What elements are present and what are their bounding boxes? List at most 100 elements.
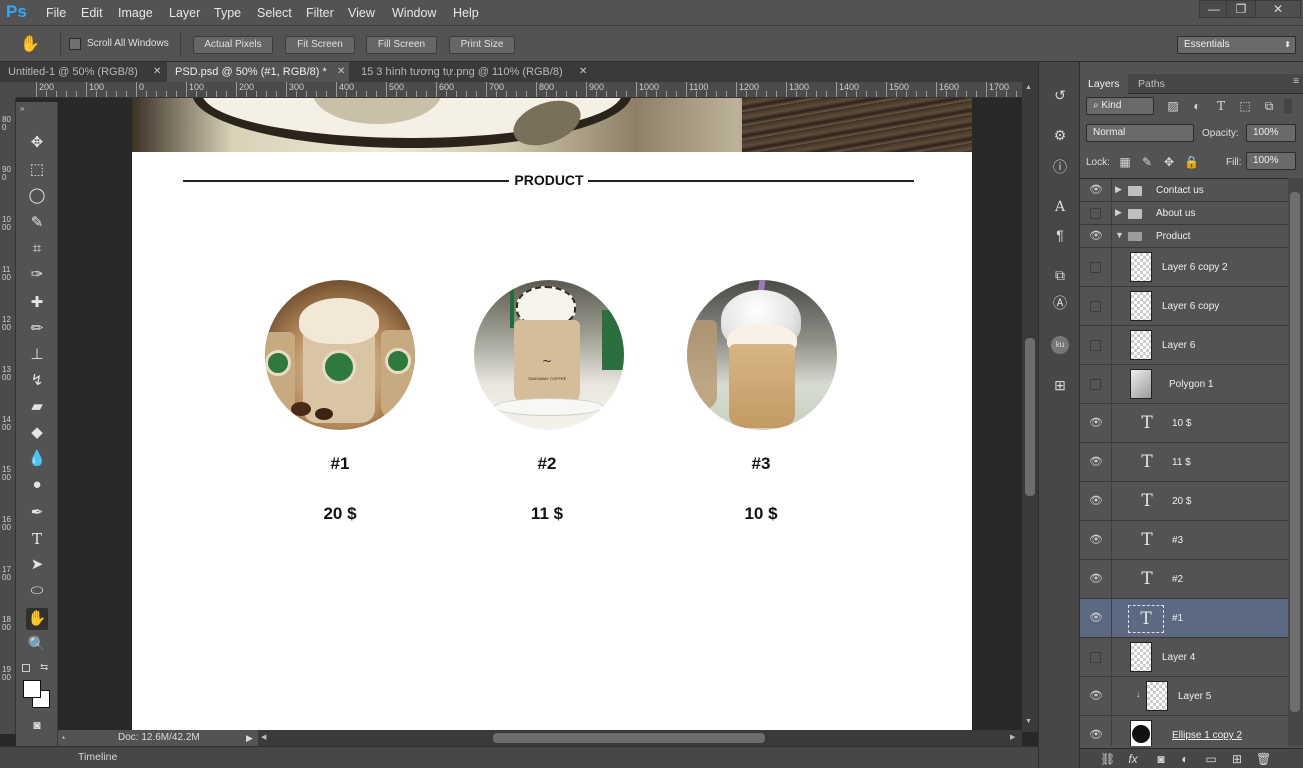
- minimize-button[interactable]: —: [1199, 0, 1229, 18]
- close-tab-icon[interactable]: ✕: [337, 62, 345, 82]
- vertical-scroll-thumb[interactable]: [1025, 338, 1035, 496]
- visibility-eye-icon[interactable]: 👁: [1089, 183, 1103, 197]
- visibility-toggle[interactable]: [1090, 301, 1101, 312]
- layer-row-11-dollar[interactable]: 👁 T 11 $: [1080, 443, 1288, 482]
- layer-row-layer-6-copy[interactable]: Layer 6 copy: [1080, 287, 1288, 326]
- eyedropper-tool-icon[interactable]: ✑: [26, 264, 48, 286]
- layers-list[interactable]: 👁 ▶ Contact us ▶ About us 👁 ▼ Product La…: [1080, 178, 1303, 746]
- adjustment-filter-icon[interactable]: ◐: [1190, 99, 1204, 113]
- eraser-tool-icon[interactable]: ▰: [26, 396, 48, 418]
- hand-tool-icon[interactable]: ✋: [26, 608, 48, 630]
- visibility-eye-icon[interactable]: 👁: [1089, 611, 1103, 625]
- type-tool-icon[interactable]: T: [26, 528, 48, 550]
- lock-all-icon[interactable]: 🔒: [1184, 155, 1199, 169]
- swap-colors-icon[interactable]: ⇆: [40, 662, 48, 673]
- ruler-horizontal[interactable]: 200 100 0 100 200 300 400 500 600 700 800 900 1000 11…: [16, 82, 1022, 98]
- new-group-icon[interactable]: ▭: [1204, 752, 1218, 766]
- character-styles-icon[interactable]: ⧉: [1051, 266, 1069, 284]
- quick-mask-icon[interactable]: ◙: [26, 714, 48, 736]
- ellipse-tool-icon[interactable]: ⬭: [26, 580, 48, 602]
- pixel-filter-icon[interactable]: ▨: [1166, 99, 1180, 113]
- delete-layer-icon[interactable]: 🗑: [1256, 752, 1271, 766]
- canvas-area[interactable]: PRODUCT #1 20 $ ~ TAKEAWAY COFFEE #2 11 …: [58, 98, 1022, 730]
- workspace-dropdown[interactable]: Essentials ⬍: [1177, 36, 1296, 54]
- visibility-eye-icon[interactable]: 👁: [1089, 416, 1103, 430]
- menu-filter[interactable]: Filter: [306, 6, 334, 20]
- print-size-button[interactable]: Print Size: [449, 36, 515, 54]
- visibility-toggle[interactable]: [1090, 208, 1101, 219]
- expand-arrow-icon[interactable]: ▶: [1115, 184, 1122, 195]
- expand-panel-icon[interactable]: »: [20, 104, 24, 113]
- menu-type[interactable]: Type: [214, 6, 241, 20]
- visibility-eye-icon[interactable]: 👁: [1089, 572, 1103, 586]
- brush-tool-icon[interactable]: ✏: [26, 318, 48, 340]
- layer-row-layer-4[interactable]: Layer 4: [1080, 638, 1288, 677]
- marquee-tool-icon[interactable]: ⬚: [26, 159, 48, 181]
- ruler-origin[interactable]: [0, 82, 16, 98]
- close-tab-icon[interactable]: ✕: [579, 62, 587, 82]
- lasso-tool-icon[interactable]: ◯: [26, 185, 48, 207]
- adjustment-layer-icon[interactable]: ◐: [1178, 752, 1192, 766]
- layer-row-10-dollar[interactable]: 👁 T 10 $: [1080, 404, 1288, 443]
- visibility-toggle[interactable]: [1090, 379, 1101, 390]
- layer-row-number-1[interactable]: 👁 T #1: [1080, 599, 1288, 638]
- visibility-eye-icon[interactable]: 👁: [1089, 455, 1103, 469]
- lock-transparent-icon[interactable]: ▦: [1118, 155, 1132, 169]
- layer-row-contact-us[interactable]: 👁 ▶ Contact us: [1080, 179, 1288, 202]
- zoom-level-field[interactable]: ◔: [60, 730, 72, 744]
- move-tool-icon[interactable]: ✥: [26, 132, 48, 154]
- layer-row-20-dollar[interactable]: 👁 T 20 $: [1080, 482, 1288, 521]
- status-menu-arrow-icon[interactable]: ▶: [246, 730, 253, 746]
- actual-pixels-button[interactable]: Actual Pixels: [193, 36, 273, 54]
- visibility-eye-icon[interactable]: 👁: [1089, 229, 1103, 243]
- lock-pixels-icon[interactable]: ✎: [1140, 155, 1154, 169]
- crop-tool-icon[interactable]: ⌗: [26, 238, 48, 260]
- foreground-color-swatch[interactable]: [23, 680, 41, 698]
- menu-layer[interactable]: Layer: [169, 6, 200, 20]
- menu-edit[interactable]: Edit: [81, 6, 103, 20]
- menu-help[interactable]: Help: [453, 6, 479, 20]
- close-tab-icon[interactable]: ✕: [153, 62, 161, 82]
- new-layer-icon[interactable]: ⊞: [1230, 752, 1244, 766]
- layer-row-product[interactable]: 👁 ▼ Product: [1080, 225, 1288, 248]
- layer-row-layer-6[interactable]: Layer 6: [1080, 326, 1288, 365]
- visibility-toggle[interactable]: [1090, 262, 1101, 273]
- layer-style-icon[interactable]: fx: [1126, 752, 1140, 766]
- character-panel-icon[interactable]: A: [1051, 198, 1069, 216]
- filter-toggle-icon[interactable]: [1284, 99, 1292, 113]
- smart-object-filter-icon[interactable]: ⧉: [1262, 99, 1276, 113]
- history-brush-tool-icon[interactable]: ↯: [26, 370, 48, 392]
- history-panel-icon[interactable]: ↺: [1051, 86, 1069, 104]
- hand-tool-preset-icon[interactable]: ✋: [20, 34, 42, 54]
- restore-button[interactable]: ❐: [1226, 0, 1256, 18]
- tab-paths[interactable]: Paths: [1130, 74, 1173, 94]
- menu-image[interactable]: Image: [118, 6, 153, 20]
- layer-row-ellipse-1-copy-2[interactable]: 👁 Ellipse 1 copy 2: [1080, 716, 1288, 746]
- vertical-scrollbar[interactable]: ▲ ▼: [1022, 82, 1038, 732]
- tab-psd-psd[interactable]: PSD.psd @ 50% (#1, RGB/8) * ✕: [167, 62, 349, 82]
- layer-row-number-3[interactable]: 👁 T #3: [1080, 521, 1288, 560]
- default-colors-icon[interactable]: [22, 664, 30, 672]
- visibility-toggle[interactable]: [1090, 340, 1101, 351]
- layers-scroll-thumb[interactable]: [1290, 192, 1300, 712]
- properties-panel-icon[interactable]: ⚙: [1051, 126, 1069, 144]
- visibility-eye-icon[interactable]: 👁: [1089, 533, 1103, 547]
- add-mask-icon[interactable]: ◙: [1154, 752, 1168, 766]
- tab-layers[interactable]: Layers: [1080, 74, 1128, 94]
- paint-bucket-tool-icon[interactable]: ◆: [26, 422, 48, 444]
- menu-window[interactable]: Window: [392, 6, 436, 20]
- info-panel-icon[interactable]: ⓘ: [1051, 158, 1069, 176]
- close-window-button[interactable]: ✕: [1255, 0, 1301, 18]
- type-filter-icon[interactable]: T: [1214, 99, 1228, 113]
- layer-row-layer-6-copy-2[interactable]: Layer 6 copy 2: [1080, 248, 1288, 287]
- clone-stamp-tool-icon[interactable]: ⊥: [26, 344, 48, 366]
- visibility-eye-icon[interactable]: 👁: [1089, 494, 1103, 508]
- paragraph-styles-icon[interactable]: Ⓐ: [1051, 294, 1069, 312]
- dodge-tool-icon[interactable]: ●: [26, 474, 48, 496]
- expand-arrow-icon[interactable]: ▶: [1115, 207, 1122, 218]
- menu-view[interactable]: View: [348, 6, 375, 20]
- menu-select[interactable]: Select: [257, 6, 292, 20]
- ruler-vertical[interactable]: 800 900 1000 1100 1200 1300 1400 1500 1600 1700 18…: [0, 98, 16, 734]
- libraries-panel-icon[interactable]: ⊞: [1051, 376, 1069, 394]
- timeline-tab[interactable]: Timeline: [78, 751, 117, 763]
